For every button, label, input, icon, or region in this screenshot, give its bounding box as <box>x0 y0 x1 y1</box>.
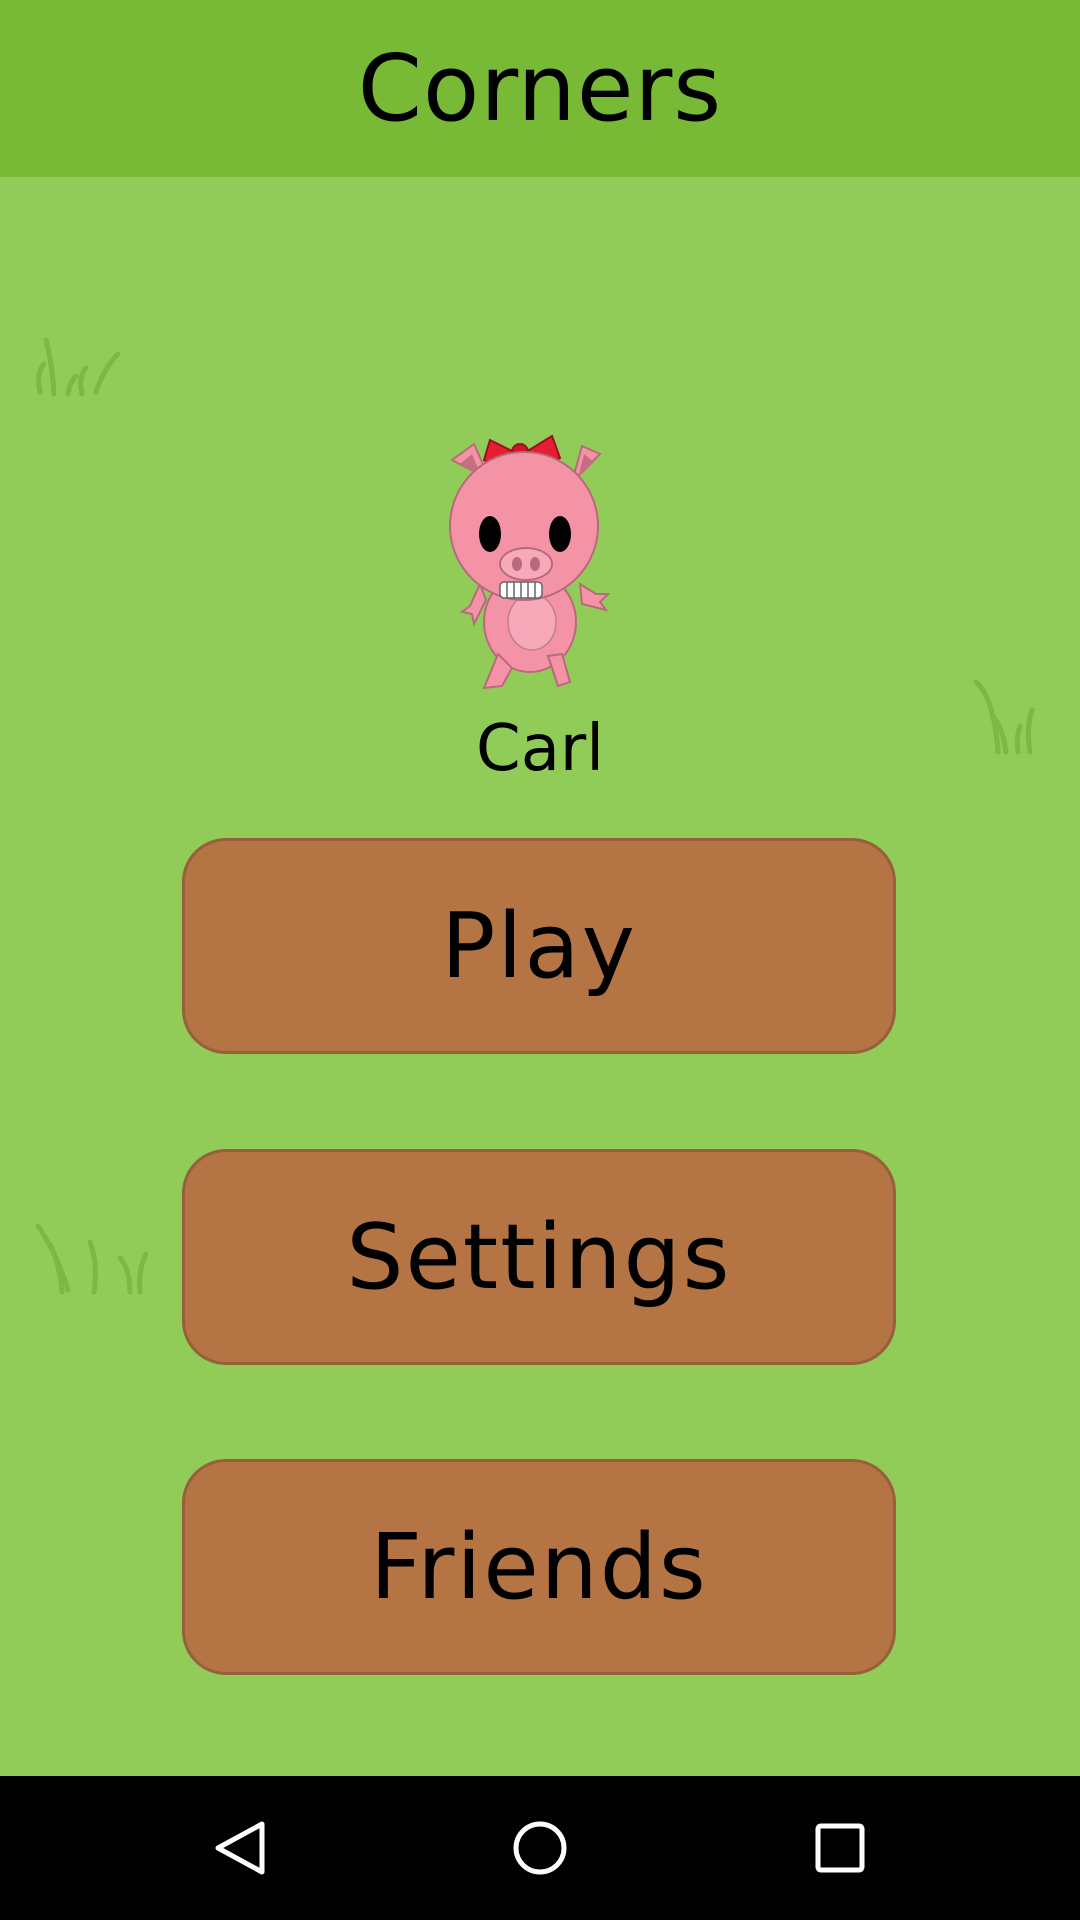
app-root: Corners Carl Play Settings Friends <box>0 0 1080 1920</box>
settings-button-label: Settings <box>346 1204 732 1310</box>
home-circle-icon <box>513 1821 567 1875</box>
app-bar: Corners <box>0 0 1080 177</box>
nav-back-button[interactable] <box>190 1798 290 1898</box>
friends-button[interactable]: Friends <box>182 1459 896 1675</box>
play-button[interactable]: Play <box>182 838 896 1054</box>
recents-square-icon <box>815 1823 865 1873</box>
nav-home-button[interactable] <box>490 1798 590 1898</box>
player-name: Carl <box>476 712 604 786</box>
settings-button[interactable]: Settings <box>182 1149 896 1365</box>
back-triangle-icon <box>215 1821 265 1875</box>
play-button-label: Play <box>441 893 637 999</box>
grass-tuft-icon <box>36 337 121 397</box>
app-title: Corners <box>357 35 723 142</box>
pig-avatar-icon <box>449 434 611 690</box>
nav-recents-button[interactable] <box>790 1798 890 1898</box>
grass-tuft-icon <box>35 1223 149 1295</box>
system-nav-bar <box>0 1776 1080 1920</box>
friends-button-label: Friends <box>370 1514 708 1620</box>
